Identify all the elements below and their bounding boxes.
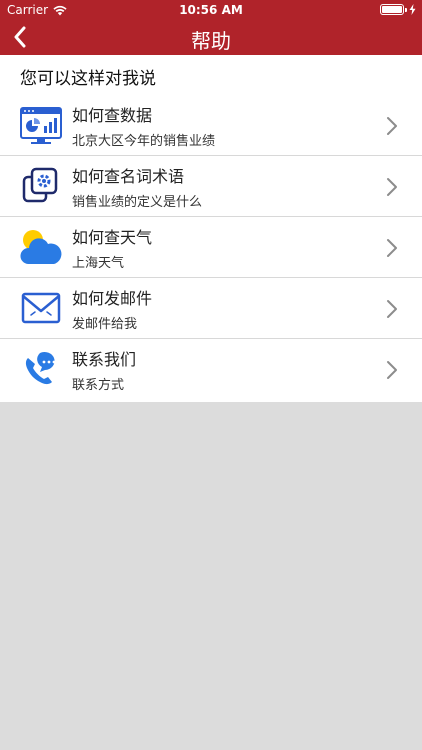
list-item-data-query[interactable]: 如何查数据 北京大区今年的销售业绩 [0, 95, 422, 156]
item-subtitle: 发邮件给我 [72, 317, 138, 332]
status-bar: Carrier 10:56 AM [0, 0, 422, 20]
help-screen: Carrier 10:56 AM 帮助 您可以这样对我说 如何查数据 北京大区今… [0, 0, 422, 750]
chevron-right-icon [387, 239, 397, 257]
list-item-email[interactable]: 如何发邮件 发邮件给我 [0, 278, 422, 339]
help-list-panel: 您可以这样对我说 如何查数据 北京大区今年的销售业绩 如何查名词术语 销售业绩的… [0, 55, 422, 402]
chevron-right-icon [387, 117, 397, 135]
page-title: 帮助 [191, 29, 231, 53]
battery-icon [380, 4, 404, 15]
status-time: 10:56 AM [179, 3, 243, 17]
item-title: 如何查天气 [72, 228, 153, 247]
item-subtitle: 销售业绩的定义是什么 [72, 195, 203, 210]
glossary-gear-icon [22, 167, 58, 203]
item-title: 如何发邮件 [72, 289, 153, 308]
chevron-right-icon [387, 361, 397, 379]
charging-bolt-icon [409, 4, 416, 15]
mail-envelope-icon [21, 292, 61, 324]
battery-cap [405, 7, 407, 12]
item-subtitle: 上海天气 [72, 256, 125, 271]
navigation-bar: 帮助 [0, 20, 422, 55]
item-subtitle: 联系方式 [72, 378, 125, 393]
chevron-right-icon [387, 178, 397, 196]
item-title: 如何查数据 [72, 106, 153, 125]
data-dashboard-icon [20, 107, 62, 144]
weather-cloud-sun-icon [20, 230, 62, 264]
list-item-glossary[interactable]: 如何查名词术语 销售业绩的定义是什么 [0, 156, 422, 217]
phone-chat-icon [25, 352, 56, 385]
list-item-weather[interactable]: 如何查天气 上海天气 [0, 217, 422, 278]
status-right [380, 4, 416, 15]
section-title: 您可以这样对我说 [20, 69, 156, 89]
list-item-contact[interactable]: 联系我们 联系方式 [0, 339, 422, 400]
item-subtitle: 北京大区今年的销售业绩 [72, 134, 216, 149]
item-title: 如何查名词术语 [72, 167, 185, 186]
chevron-right-icon [387, 300, 397, 318]
item-title: 联系我们 [72, 350, 137, 369]
